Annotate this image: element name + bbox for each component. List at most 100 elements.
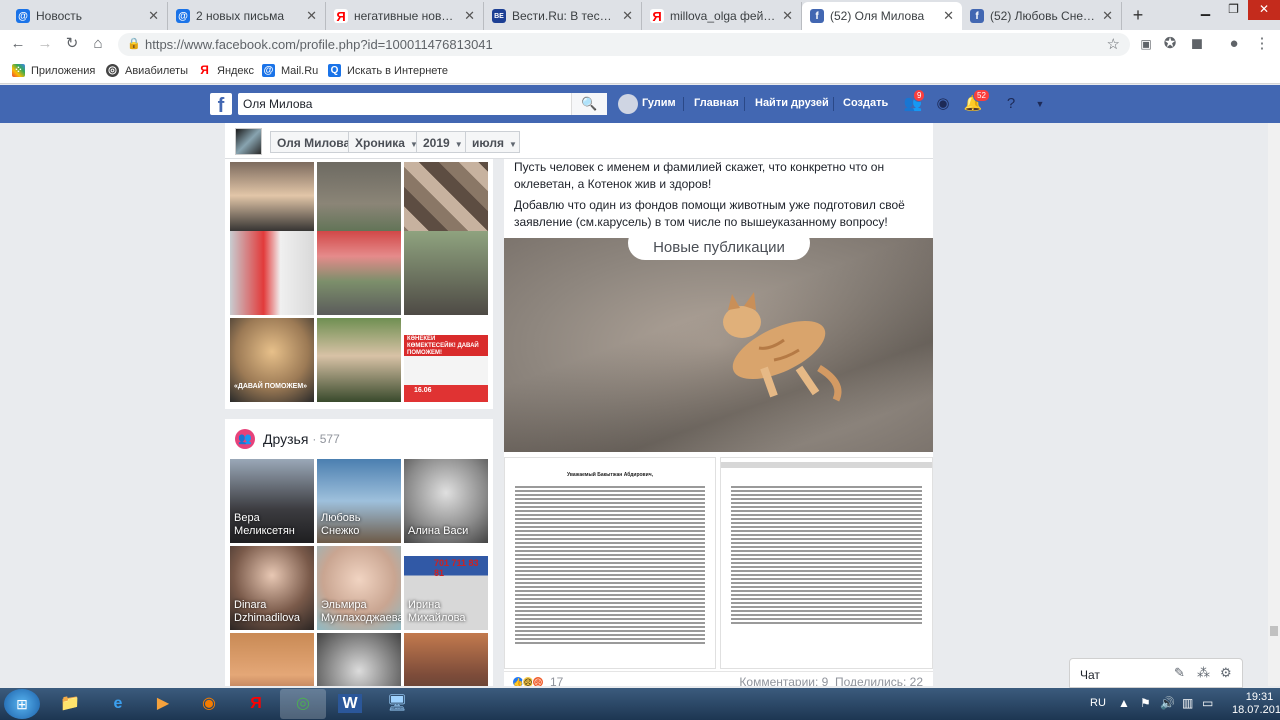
word-icon[interactable]: W: [327, 689, 373, 719]
friend-tile[interactable]: Эльмира Муллаходжаева: [317, 546, 401, 630]
close-icon[interactable]: ✕: [622, 8, 633, 24]
friend-tile[interactable]: 701 711 83 81 Ирина Михайлова: [404, 546, 488, 630]
extension-icon[interactable]: ◼: [1187, 34, 1207, 54]
friend-tile[interactable]: Dinara Dzhimadilova: [230, 546, 314, 630]
close-icon[interactable]: ✕: [1102, 8, 1113, 24]
friend-tile[interactable]: [404, 633, 488, 686]
close-icon[interactable]: ✕: [148, 8, 159, 24]
close-window-button[interactable]: ✕: [1248, 0, 1280, 20]
account-menu-caret-icon[interactable]: ▼: [1030, 94, 1050, 114]
star-bookmark-icon[interactable]: ☆: [1107, 35, 1120, 53]
bookmark-yandex[interactable]: Я Яндекс: [198, 64, 254, 77]
close-icon[interactable]: ✕: [306, 8, 317, 24]
friend-tile[interactable]: [317, 633, 401, 686]
year-dropdown[interactable]: 2019 ▼: [416, 131, 466, 153]
close-icon[interactable]: ✕: [464, 8, 475, 24]
address-bar[interactable]: 🔒 https://www.facebook.com/profile.php?i…: [118, 33, 1130, 56]
facebook-icon: f: [970, 9, 984, 23]
comments-shares-summary[interactable]: Комментарии: 9 Поделились: 22: [739, 675, 923, 686]
bookmark-search[interactable]: Q Искать в Интернете: [328, 64, 448, 77]
create-link[interactable]: Создать: [843, 97, 888, 109]
photo-thumbnail[interactable]: [404, 231, 488, 315]
bookmark-avia[interactable]: ◎ Авиабилеты: [106, 64, 188, 77]
lock-icon[interactable]: 🔒: [127, 37, 141, 50]
new-group-icon[interactable]: ⁂: [1197, 666, 1211, 680]
friend-tile[interactable]: Любовь Снежко: [317, 459, 401, 543]
new-tab-button[interactable]: +: [1128, 5, 1148, 25]
display-icon[interactable]: ▭: [1202, 696, 1213, 710]
profile-avatar[interactable]: [235, 128, 262, 155]
minimize-button[interactable]: ▁: [1192, 0, 1219, 20]
month-dropdown[interactable]: июля ▼: [465, 131, 520, 153]
search-button[interactable]: 🔍: [571, 93, 607, 115]
photo-thumbnail[interactable]: [230, 231, 314, 315]
new-posts-pill[interactable]: Новые публикации: [628, 238, 810, 260]
browser-tab-active[interactable]: f (52) Оля Милова ✕: [802, 2, 962, 30]
firefox-icon[interactable]: ◉: [186, 689, 232, 719]
browser-tab[interactable]: Я millova_olga фейсбук – ✕: [642, 2, 802, 30]
home-icon[interactable]: ⌂: [88, 34, 108, 54]
flag-icon[interactable]: ⚑: [1140, 696, 1151, 710]
profile-link[interactable]: Гулим: [642, 97, 676, 109]
browser-tab[interactable]: f (52) Любовь Снежко ✕: [962, 2, 1122, 30]
browser-tab[interactable]: @ Новость ✕: [8, 2, 168, 30]
browser-tab[interactable]: @ 2 новых письма ✕: [168, 2, 326, 30]
photo-thumbnail[interactable]: «ДАВАЙ ПОМОЖЕМ»: [230, 318, 314, 402]
facebook-logo-icon[interactable]: f: [210, 93, 232, 117]
messenger-icon[interactable]: ◉: [933, 94, 953, 114]
volume-icon[interactable]: 🔊: [1160, 696, 1175, 710]
reactions-summary[interactable]: 👍 ☹ ☹ 17: [512, 675, 563, 686]
chevron-up-icon[interactable]: ▲: [1118, 696, 1130, 710]
profile-name-button[interactable]: Оля Милова: [270, 131, 350, 153]
avatar[interactable]: [618, 94, 638, 114]
browser-tab[interactable]: Я негативные новости пр ✕: [326, 2, 484, 30]
chat-bar[interactable]: Чат ✎ ⁂ ⚙: [1069, 658, 1243, 688]
browser-toolbar: ← → ↻ ⌂ 🔒 https://www.facebook.com/profi…: [0, 30, 1280, 58]
friend-tile[interactable]: [230, 633, 314, 686]
reload-icon[interactable]: ↻: [62, 34, 82, 54]
timeline-dropdown[interactable]: Хроника ▼: [348, 131, 418, 153]
media-player-icon[interactable]: ▶: [140, 689, 186, 719]
profile-page: Оля Милова Хроника ▼ 2019 ▼ июля ▼ «ДАВАЙ П…: [0, 123, 1268, 686]
network-icon[interactable]: ▥: [1182, 696, 1193, 710]
remote-desktop-icon[interactable]: 🖥: [374, 689, 420, 719]
back-arrow-icon[interactable]: ←: [8, 34, 28, 54]
bookmark-apps[interactable]: ⁘ Приложения: [12, 64, 95, 77]
gear-icon[interactable]: ⚙: [1220, 666, 1234, 680]
bookmark-mailru[interactable]: @ Mail.Ru: [262, 64, 318, 77]
start-button[interactable]: ⊞: [4, 689, 40, 719]
photo-thumbnail[interactable]: [317, 318, 401, 402]
friend-tile[interactable]: Алина Васи: [404, 459, 488, 543]
maximize-button[interactable]: ❐: [1220, 0, 1247, 20]
find-friends-link[interactable]: Найти друзей: [755, 97, 829, 109]
internet-explorer-icon[interactable]: e: [95, 689, 141, 719]
chrome-icon[interactable]: ◎: [280, 689, 326, 719]
menu-dots-icon[interactable]: ⋮: [1252, 34, 1272, 54]
notifications-bell-icon[interactable]: 🔔 52: [963, 89, 990, 114]
search-input[interactable]: Оля Милова 🔍: [238, 93, 607, 115]
extension-icon[interactable]: ▣: [1136, 34, 1156, 54]
friend-requests-icon[interactable]: 👥 9: [903, 89, 926, 114]
windows-taskbar: ⊞ 📁 e ▶ ◉ Я ◎ W 🖥 RU ▲ ⚑ 🔊 ▥ ▭ 19:31 18.…: [0, 688, 1280, 720]
browser-tab[interactable]: BE Вести.Ru: В тесноте и б ✕: [484, 2, 642, 30]
photo-thumbnail[interactable]: [317, 231, 401, 315]
scrollbar[interactable]: [1268, 123, 1280, 686]
scrollbar-thumb[interactable]: [1270, 626, 1278, 636]
forward-arrow-icon[interactable]: →: [35, 34, 55, 54]
profile-avatar-icon[interactable]: ●: [1224, 34, 1244, 54]
compose-icon[interactable]: ✎: [1174, 666, 1188, 680]
friend-tile[interactable]: Вера Меликсетян: [230, 459, 314, 543]
friends-header[interactable]: 👥 Друзья · 577: [235, 429, 340, 449]
document-page[interactable]: [720, 457, 933, 669]
close-icon[interactable]: ✕: [943, 8, 954, 24]
photo-thumbnail[interactable]: КӘНЕКЕЙ КӨМЕКТЕСЕЙІК! ДАВАЙ ПОМОЖЕМ! 16.…: [404, 318, 488, 402]
close-icon[interactable]: ✕: [782, 8, 793, 24]
home-link[interactable]: Главная: [694, 97, 739, 109]
document-page[interactable]: Уважаемый Бакытжан Абдирович,: [504, 457, 716, 669]
yandex-browser-icon[interactable]: Я: [233, 689, 279, 719]
extension-icon[interactable]: ✪: [1160, 34, 1180, 54]
file-explorer-icon[interactable]: 📁: [47, 689, 93, 719]
help-icon[interactable]: ?: [1001, 94, 1021, 114]
clock[interactable]: 19:31 18.07.2019: [1232, 691, 1280, 717]
kitten-photo[interactable]: Новые публикации: [504, 238, 933, 452]
